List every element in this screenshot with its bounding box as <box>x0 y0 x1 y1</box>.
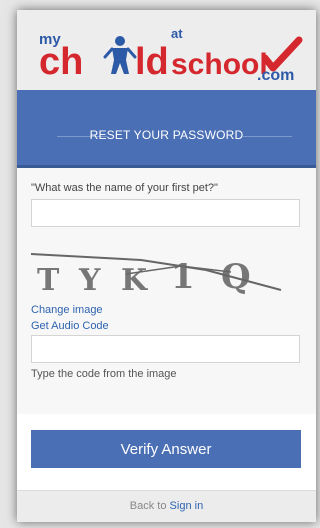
security-answer-input[interactable] <box>31 199 300 227</box>
captcha-char-1: T <box>37 263 60 298</box>
get-audio-code-link[interactable]: Get Audio Code <box>31 320 109 332</box>
captcha-char-2: Y <box>78 263 101 298</box>
change-image-link[interactable]: Change image <box>31 304 103 316</box>
site-logo: my ch ld at school .com <box>39 26 303 84</box>
footer-back-to: Back to <box>129 500 167 512</box>
sign-in-link[interactable]: Sign in <box>170 500 204 512</box>
page-header-banner: RESET YOUR PASSWORD <box>17 90 316 168</box>
logo-at: at <box>171 26 183 41</box>
banner-divider-right <box>242 136 292 137</box>
page-title: RESET YOUR PASSWORD <box>89 128 244 142</box>
logo-ld: ld <box>135 41 169 83</box>
logo-school: school <box>171 48 268 81</box>
captcha-char-4: 1 <box>171 257 195 297</box>
reset-password-card: my ch ld at school .com RESET YOUR PASSW… <box>17 10 316 522</box>
captcha-image: T Y K 1 Q <box>31 253 282 298</box>
checkmark-icon <box>261 36 303 72</box>
verify-answer-button[interactable]: Verify Answer <box>31 430 301 468</box>
captcha-char-3: K <box>121 263 148 298</box>
footer: Back to Sign in <box>17 490 316 522</box>
logo-dotcom: .com <box>257 67 294 84</box>
captcha-hint: Type the code from the image <box>31 368 177 380</box>
captcha-code-input[interactable] <box>31 335 300 363</box>
child-figure-icon <box>103 36 137 74</box>
logo-area: my ch ld at school .com <box>17 10 316 90</box>
security-question-label: "What was the name of your first pet?" <box>31 182 218 194</box>
logo-ch: ch <box>39 41 83 83</box>
